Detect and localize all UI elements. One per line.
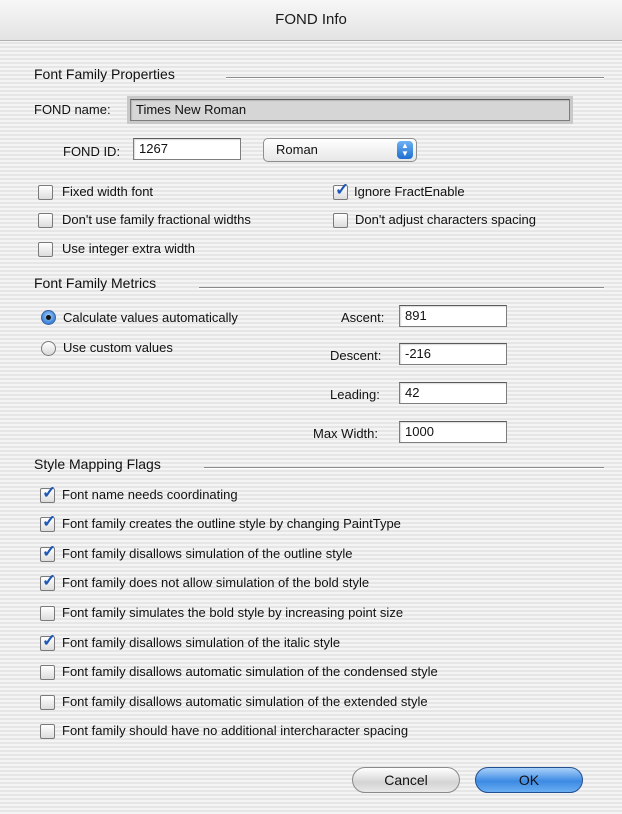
checkmark-icon: ✓ [42,631,57,650]
flag-label: Font family does not allow simulation of… [62,575,370,590]
checkmark-icon: ✓ [42,512,57,531]
flag-checkbox[interactable]: ✓ [40,631,56,651]
flag-checkbox[interactable] [40,724,55,739]
flag-label: Font family creates the outline style by… [62,516,401,531]
checkbox-fixed-width-label: Fixed width font [62,184,154,199]
radio-calculate-auto[interactable] [41,310,56,325]
fond-id-label: FOND ID: [63,144,121,159]
ascent-field[interactable]: 891 [399,305,507,327]
radio-calculate-auto-label: Calculate values automatically [63,310,238,325]
leading-field[interactable]: 42 [399,382,507,404]
ascent-label: Ascent: [341,310,385,325]
maxwidth-field[interactable]: 1000 [399,421,507,443]
flag-label: Font family disallows automatic simulati… [62,694,428,709]
checkbox-no-fractional-widths-label: Don't use family fractional widths [62,212,251,227]
checkbox-fixed-width[interactable] [38,185,53,200]
section-title-style-flags: Style Mapping Flags [34,456,161,472]
popup-arrows-icon: ▲ ▼ [397,141,413,159]
fond-name-label: FOND name: [34,102,111,117]
radio-dot-icon [46,315,51,320]
checkbox-ignore-fractenable-label: Ignore FractEnable [354,184,465,199]
checkmark-icon: ✓ [42,571,57,590]
flag-checkbox[interactable] [40,695,55,710]
flag-label: Font family should have no additional in… [62,723,409,738]
flag-checkbox[interactable]: ✓ [40,483,56,503]
style-popup[interactable]: Roman ▲ ▼ [263,138,417,162]
section-divider [204,467,604,469]
window-title: FOND Info [0,0,622,41]
flag-checkbox[interactable] [40,606,55,621]
checkbox-no-adjust-spacing-label: Don't adjust characters spacing [355,212,536,227]
flag-checkbox[interactable]: ✓ [40,571,56,591]
section-divider [226,77,604,79]
checkbox-no-adjust-spacing[interactable] [333,213,348,228]
style-popup-value: Roman [276,142,318,157]
descent-label: Descent: [330,348,382,363]
leading-label: Leading: [330,387,380,402]
flag-label: Font family simulates the bold style by … [62,605,404,620]
cancel-button[interactable]: Cancel [352,767,460,793]
checkbox-ignore-fractenable[interactable]: ✓ [333,180,349,200]
checkbox-integer-extra-width-label: Use integer extra width [62,241,195,256]
flag-label: Font family disallows automatic simulati… [62,664,438,679]
flag-checkbox[interactable]: ✓ [40,512,56,532]
flag-label: Font family disallows simulation of the … [62,546,353,561]
section-divider [199,287,604,289]
section-title-properties: Font Family Properties [34,66,175,82]
section-title-metrics: Font Family Metrics [34,275,157,291]
checkmark-icon: ✓ [42,483,57,502]
flag-label: Font family disallows simulation of the … [62,635,341,650]
checkbox-no-fractional-widths[interactable] [38,213,53,228]
flag-checkbox[interactable] [40,665,55,680]
checkmark-icon: ✓ [42,542,57,561]
fond-name-field[interactable]: Times New Roman [130,99,570,121]
flag-checkbox[interactable]: ✓ [40,542,56,562]
radio-custom-values[interactable] [41,341,56,356]
flag-label: Font name needs coordinating [62,487,238,502]
descent-field[interactable]: -216 [399,343,507,365]
fond-name-field-frame: Times New Roman [127,96,573,124]
radio-custom-values-label: Use custom values [63,340,173,355]
fond-id-field[interactable]: 1267 [133,138,241,160]
checkmark-icon: ✓ [335,180,350,199]
checkbox-integer-extra-width[interactable] [38,242,53,257]
ok-button[interactable]: OK [475,767,583,793]
maxwidth-label: Max Width: [313,426,379,441]
